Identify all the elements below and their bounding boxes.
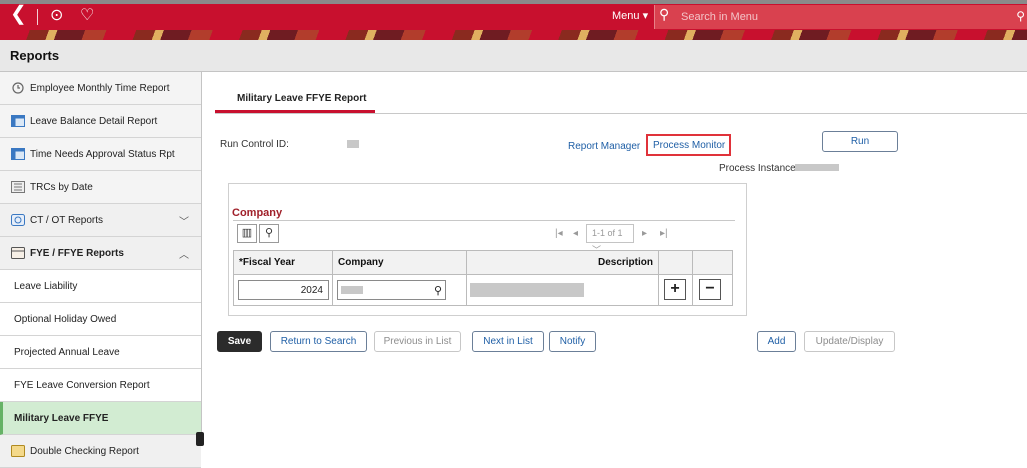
recent-history-icon[interactable]: ⊙ bbox=[50, 6, 63, 26]
company-grid: *Fiscal Year Company Description 2024 ⚲ … bbox=[233, 250, 733, 306]
sidebar-item-projected-annual-leave[interactable]: Projected Annual Leave bbox=[0, 336, 201, 369]
menu-label: Menu bbox=[612, 10, 640, 22]
grid-cell: + bbox=[659, 275, 693, 305]
fiscal-year-input[interactable]: 2024 bbox=[238, 280, 329, 300]
clock-icon bbox=[12, 82, 24, 94]
delete-row-button[interactable]: − bbox=[699, 279, 721, 300]
sidebar-item-ct-ot-reports[interactable]: CT / OT Reports ﹀ bbox=[0, 204, 201, 237]
list-report-icon bbox=[11, 181, 25, 193]
grid-cell: − bbox=[693, 275, 732, 305]
sidebar-item-leave-liability[interactable]: Leave Liability bbox=[0, 270, 201, 303]
chevron-down-icon: ▾ bbox=[642, 10, 649, 22]
report-icon bbox=[11, 148, 25, 160]
company-input[interactable]: ⚲ bbox=[337, 280, 446, 300]
folder-icon bbox=[11, 445, 25, 457]
pager-select[interactable]: 1-1 of 1 ﹀ bbox=[586, 224, 634, 255]
sidebar-item-label: Military Leave FFYE bbox=[14, 413, 109, 424]
sidebar-item-fye-leave-conversion-report[interactable]: FYE Leave Conversion Report bbox=[0, 369, 201, 402]
company-value bbox=[341, 286, 363, 294]
sidebar-item-label: Time Needs Approval Status Rpt bbox=[30, 149, 175, 160]
return-to-search-button[interactable]: Return to Search bbox=[270, 331, 367, 352]
next-in-list-button[interactable]: Next in List bbox=[472, 331, 544, 352]
sidebar-item-label: FYE Leave Conversion Report bbox=[14, 380, 150, 391]
add-button[interactable]: Add bbox=[757, 331, 796, 352]
column-header-company: Company bbox=[333, 251, 467, 275]
chevron-down-icon: ﹀ bbox=[179, 217, 189, 228]
save-button[interactable]: Save bbox=[217, 331, 262, 352]
sidebar: Employee Monthly Time Report Leave Balan… bbox=[0, 72, 202, 468]
sidebar-item-double-checking-report[interactable]: Double Checking Report bbox=[0, 435, 201, 468]
sidebar-item-label: Projected Annual Leave bbox=[14, 347, 120, 358]
tab-label: Military Leave FFYE Report bbox=[237, 93, 367, 104]
sidebar-item-military-leave-ffye[interactable]: Military Leave FFYE bbox=[0, 402, 201, 435]
report-manager-link[interactable]: Report Manager bbox=[568, 141, 640, 152]
update-display-button[interactable]: Update/Display bbox=[804, 331, 895, 352]
sidebar-item-employee-monthly-time-report[interactable]: Employee Monthly Time Report bbox=[0, 72, 201, 105]
sidebar-item-label: Optional Holiday Owed bbox=[14, 314, 117, 325]
lookup-icon[interactable]: ⚲ bbox=[434, 284, 442, 297]
column-header-description: Description bbox=[467, 251, 659, 275]
previous-page-icon: ◂ bbox=[573, 228, 579, 239]
search-icon: ⚲ bbox=[659, 6, 670, 22]
grid-cell bbox=[467, 275, 659, 305]
sidebar-item-label: CT / OT Reports bbox=[30, 215, 103, 226]
sidebar-item-trcs-by-date[interactable]: TRCs by Date bbox=[0, 171, 201, 204]
folder-open-icon bbox=[11, 247, 25, 259]
sidebar-item-label: Leave Liability bbox=[14, 281, 78, 292]
company-section-title: Company bbox=[232, 207, 283, 219]
search-icon[interactable]: ⚲ bbox=[1016, 9, 1025, 23]
pager-label: 1-1 of 1 bbox=[592, 228, 623, 238]
top-banner: ❮ ⊙ ♡ Menu ▾ ⚲ Search in Menu ⚲ bbox=[0, 0, 1027, 40]
grid-cell: 2024 bbox=[234, 275, 333, 305]
sidebar-item-label: Double Checking Report bbox=[30, 446, 139, 457]
sidebar-item-label: TRCs by Date bbox=[30, 182, 93, 193]
next-page-icon: ▸ bbox=[642, 228, 648, 239]
first-page-icon: |◂ bbox=[555, 228, 563, 239]
banner-pattern bbox=[0, 30, 1027, 40]
reports-header: Reports bbox=[0, 40, 1027, 72]
column-header-add bbox=[659, 251, 693, 275]
page-title: Reports bbox=[10, 48, 60, 63]
sidebar-item-leave-balance-detail-report[interactable]: Leave Balance Detail Report bbox=[0, 105, 201, 138]
column-header-fiscal-year: *Fiscal Year bbox=[234, 251, 333, 275]
process-monitor-link[interactable]: Process Monitor bbox=[646, 134, 731, 156]
description-value bbox=[470, 283, 584, 297]
folder-icon bbox=[11, 214, 25, 226]
process-instance-value bbox=[795, 164, 839, 171]
search-placeholder: Search in Menu bbox=[681, 11, 759, 23]
find-search-icon[interactable]: ⚲ bbox=[259, 224, 279, 243]
add-row-button[interactable]: + bbox=[664, 279, 686, 300]
chevron-up-icon: ︿ bbox=[179, 250, 189, 261]
favorites-icon[interactable]: ♡ bbox=[80, 6, 94, 26]
divider bbox=[37, 9, 38, 25]
sidebar-item-label: FYE / FFYE Reports bbox=[30, 248, 124, 259]
navigator-menu-button[interactable]: Menu ▾ bbox=[612, 9, 648, 22]
personalize-grid-icon[interactable]: ▥ bbox=[237, 224, 257, 243]
sidebar-item-fye-ffye-reports[interactable]: FYE / FFYE Reports ︿ bbox=[0, 237, 201, 270]
sidebar-item-optional-holiday-owed[interactable]: Optional Holiday Owed bbox=[0, 303, 201, 336]
run-control-label: Run Control ID: bbox=[220, 139, 289, 150]
sidebar-item-label: Leave Balance Detail Report bbox=[30, 116, 158, 127]
sidebar-collapse-handle[interactable] bbox=[196, 432, 204, 446]
report-icon bbox=[11, 115, 25, 127]
previous-in-list-button[interactable]: Previous in List bbox=[374, 331, 461, 352]
company-section-divider bbox=[233, 220, 735, 221]
last-page-icon: ▸| bbox=[660, 228, 668, 239]
process-instance-label: Process Instance: bbox=[719, 163, 799, 174]
notify-button[interactable]: Notify bbox=[549, 331, 596, 352]
tab-divider bbox=[215, 113, 1027, 114]
process-monitor-label: Process Monitor bbox=[653, 140, 726, 151]
sidebar-item-time-needs-approval[interactable]: Time Needs Approval Status Rpt bbox=[0, 138, 201, 171]
run-control-value bbox=[347, 140, 359, 148]
back-icon[interactable]: ❮ bbox=[10, 4, 27, 24]
run-button[interactable]: Run bbox=[822, 131, 898, 152]
sidebar-item-label: Employee Monthly Time Report bbox=[30, 83, 170, 94]
menu-search-input[interactable]: ⚲ Search in Menu ⚲ bbox=[654, 5, 1027, 29]
column-header-delete bbox=[693, 251, 732, 275]
grid-cell: ⚲ bbox=[333, 275, 467, 305]
